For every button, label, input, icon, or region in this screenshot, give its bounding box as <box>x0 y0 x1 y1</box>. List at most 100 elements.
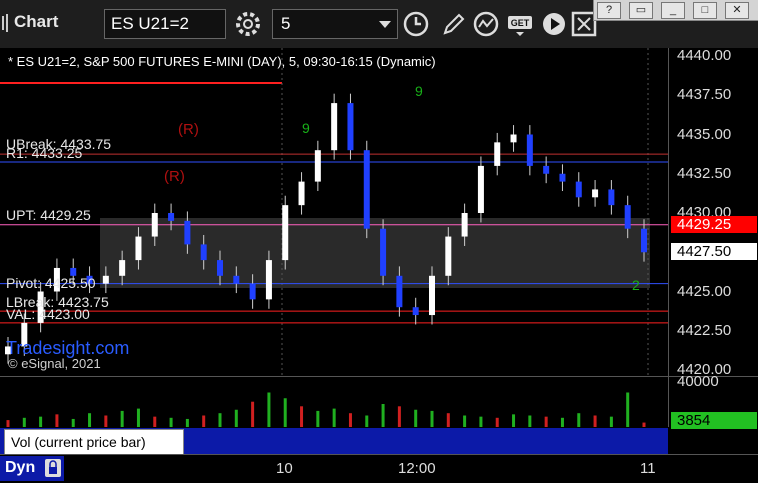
volume-bar <box>283 398 287 427</box>
volume-bar <box>22 417 26 427</box>
price-bar <box>592 189 599 198</box>
volume-study-text: Vol (current price bar) <box>11 434 146 450</box>
volume-chart[interactable] <box>0 376 668 427</box>
volume-bar <box>544 416 548 427</box>
volume-bar <box>512 414 516 427</box>
copyright-text: © eSignal, 2021 <box>8 356 101 371</box>
window-controls: ? ▭ _ □ ✕ <box>593 0 758 21</box>
get-icon[interactable]: GET <box>506 10 534 38</box>
price-bar <box>102 275 109 284</box>
volume-bar <box>6 420 10 427</box>
upt-label: UPT: 4429.25 <box>6 207 91 223</box>
interval-value: 5 <box>281 14 291 33</box>
volume-bar <box>316 410 320 427</box>
close-button[interactable]: ✕ <box>725 2 749 19</box>
price-chart[interactable]: 9 9 2 (R) (R) <box>0 48 668 376</box>
volume-bar <box>463 415 467 427</box>
price-bar <box>396 275 403 308</box>
volume-bar <box>251 401 255 427</box>
dynamic-mode-label: Dyn <box>5 459 36 476</box>
price-bar <box>380 228 387 276</box>
symbol-value: ES U21=2 <box>111 14 189 33</box>
volume-bar <box>397 406 401 427</box>
clock-icon[interactable] <box>402 10 430 38</box>
lock-icon[interactable] <box>44 458 62 478</box>
price-bar <box>217 260 223 276</box>
price-bar <box>477 165 484 213</box>
volume-bar <box>300 406 304 427</box>
volume-bar <box>169 417 173 427</box>
price-bar <box>494 142 501 166</box>
app-title: Chart <box>14 12 59 31</box>
pivot-label: Pivot: 4425.50 <box>6 275 96 291</box>
play-icon[interactable] <box>540 10 568 38</box>
volume-bar <box>577 413 581 427</box>
price-bar <box>135 236 142 261</box>
chart-header: * ES U21=2, S&P 500 FUTURES E-MINI (DAY)… <box>8 54 436 69</box>
val-label: VAL: 4423.00 <box>6 306 90 322</box>
volume-bar <box>104 415 108 427</box>
settings-icon[interactable] <box>234 10 262 38</box>
volume-bar <box>560 417 564 427</box>
price-bar <box>543 165 550 174</box>
price-bar <box>526 134 533 166</box>
resistance-marker: (R) <box>178 121 199 138</box>
volume-bar <box>626 392 630 427</box>
price-bar <box>347 103 354 151</box>
volume-axis-top: 40000 <box>677 373 719 390</box>
help-button[interactable]: ? <box>597 2 621 19</box>
volume-bar <box>348 413 352 427</box>
price-bar <box>624 205 631 229</box>
volume-bar <box>267 392 271 427</box>
price-bar <box>641 228 647 253</box>
interval-select[interactable]: 5 <box>272 9 398 39</box>
price-tick: 4432.50 <box>677 164 732 182</box>
volume-bar <box>39 416 43 427</box>
volume-bar <box>430 410 434 427</box>
volume-bar <box>218 413 222 427</box>
marker-9: 9 <box>415 83 423 99</box>
volume-axis: 40000 3854 <box>668 373 758 429</box>
price-bar <box>265 260 272 300</box>
time-tick-11: 11 <box>640 460 656 477</box>
price-bar <box>282 205 289 261</box>
price-bar <box>168 213 175 221</box>
price-tick: 4435.00 <box>677 125 732 143</box>
svg-text:GET: GET <box>511 18 530 28</box>
volume-bar <box>528 415 532 427</box>
volume-close-button[interactable]: x <box>172 428 178 442</box>
restore-button[interactable]: ▭ <box>629 2 653 19</box>
price-tag-current: 4427.50 <box>671 243 757 261</box>
volume-bar <box>414 409 418 427</box>
price-bar <box>559 173 566 182</box>
symbol-input[interactable]: ES U21=2 <box>104 9 226 39</box>
price-axis[interactable]: 4440.004437.504435.004432.504430.004427.… <box>668 47 758 378</box>
price-bar <box>575 181 582 198</box>
price-tick: 4440.00 <box>677 47 732 64</box>
price-bar <box>151 213 158 237</box>
volume-bar <box>202 415 206 427</box>
maximize-button[interactable]: □ <box>693 2 717 19</box>
chart-app-icon <box>2 14 8 32</box>
price-bar <box>298 181 305 206</box>
study-icon[interactable] <box>472 10 500 38</box>
volume-bar <box>88 413 92 427</box>
price-bar <box>445 236 452 276</box>
price-bar <box>249 283 256 300</box>
price-bar <box>200 244 207 261</box>
volume-study-label[interactable]: Vol (current price bar) <box>4 429 184 455</box>
minimize-button[interactable]: _ <box>661 2 685 19</box>
price-bar <box>363 150 370 229</box>
price-bar <box>461 213 468 237</box>
volume-bar <box>365 415 369 427</box>
price-bar <box>429 275 435 316</box>
volume-bar <box>136 408 140 427</box>
volume-bar <box>381 404 385 427</box>
price-tick: 4425.00 <box>677 282 732 300</box>
volume-current-tag: 3854 <box>671 412 757 429</box>
marker-2: 2 <box>632 277 640 293</box>
pencil-icon[interactable] <box>440 10 468 38</box>
time-tick-10: 10 <box>276 460 293 477</box>
price-bar <box>331 103 338 151</box>
volume-bar <box>234 409 238 427</box>
